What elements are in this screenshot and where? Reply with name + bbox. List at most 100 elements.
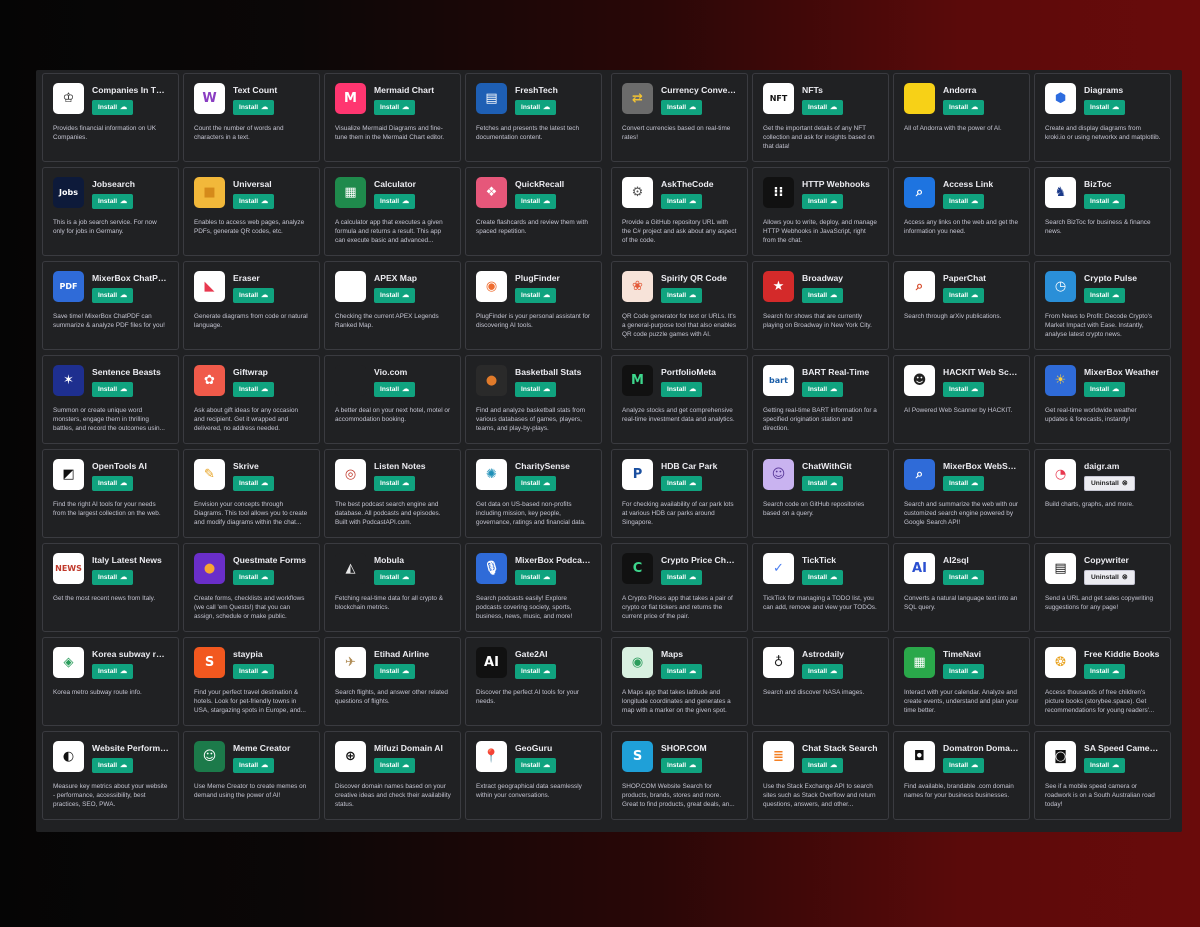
install-button[interactable]: Install ☁ xyxy=(233,664,275,679)
diagrams-icon: ⬢ xyxy=(1045,83,1076,114)
plugin-description: Find the right AI tools for your needs f… xyxy=(53,501,161,517)
install-button[interactable]: Install ☁ xyxy=(515,476,557,491)
install-button[interactable]: Install ☁ xyxy=(374,664,416,679)
plugin-description: Search for shows that are currently play… xyxy=(763,313,872,329)
install-button[interactable]: Install ☁ xyxy=(943,570,985,585)
cloud-download-icon: ☁ xyxy=(402,104,410,111)
install-button[interactable]: Install ☁ xyxy=(943,476,985,491)
install-button[interactable]: Install ☁ xyxy=(943,288,985,303)
install-button[interactable]: Install ☁ xyxy=(1084,194,1126,209)
install-button[interactable]: Install ☁ xyxy=(943,382,985,397)
install-button[interactable]: Install ☁ xyxy=(233,194,275,209)
install-button[interactable]: Install ☁ xyxy=(515,758,557,773)
plugin-name: PortfolioMeta xyxy=(661,367,716,377)
install-button[interactable]: Install ☁ xyxy=(515,382,557,397)
install-button[interactable]: Install ☁ xyxy=(515,570,557,585)
cloud-download-icon: ☁ xyxy=(120,762,128,769)
install-button[interactable]: Install ☁ xyxy=(233,758,275,773)
install-button[interactable]: Install ☁ xyxy=(92,758,134,773)
plugin-description: Access any links on the web and get the … xyxy=(904,219,1019,235)
plugin-card: ◉ Maps Install ☁ A Maps app that takes l… xyxy=(611,637,748,726)
staypia-icon: S xyxy=(194,647,225,678)
cloud-download-icon: ☁ xyxy=(971,574,979,581)
install-button[interactable]: Install ☁ xyxy=(92,476,134,491)
install-button[interactable]: Install ☁ xyxy=(233,382,275,397)
install-button[interactable]: Install ☁ xyxy=(92,100,134,115)
install-button[interactable]: Install ☁ xyxy=(374,100,416,115)
install-button[interactable]: Install ☁ xyxy=(802,476,844,491)
cloud-download-icon: ☁ xyxy=(261,104,269,111)
install-button[interactable]: Install ☁ xyxy=(233,288,275,303)
install-button[interactable]: Install ☁ xyxy=(1084,288,1126,303)
install-button[interactable]: Install ☁ xyxy=(802,758,844,773)
install-button[interactable]: Install ☁ xyxy=(515,100,557,115)
install-button[interactable]: Install ☁ xyxy=(374,288,416,303)
plugin-name: Website Performa... xyxy=(92,743,169,753)
install-button[interactable]: Install ☁ xyxy=(943,194,985,209)
install-button[interactable]: Install ☁ xyxy=(661,194,703,209)
calculator-icon: ▦ xyxy=(335,177,366,208)
install-button[interactable]: Install ☁ xyxy=(233,100,275,115)
gate2ai-icon: AI xyxy=(476,647,507,678)
install-button[interactable]: Install ☁ xyxy=(661,570,703,585)
install-button[interactable]: Install ☁ xyxy=(515,194,557,209)
install-button[interactable]: Install ☁ xyxy=(943,100,985,115)
cloud-download-icon: ☁ xyxy=(402,668,410,675)
cloud-download-icon: ☁ xyxy=(1112,198,1120,205)
cloud-download-icon: ☁ xyxy=(120,198,128,205)
uninstall-button[interactable]: Uninstall ⊗ xyxy=(1084,476,1135,491)
install-button[interactable]: Install ☁ xyxy=(1084,382,1126,397)
install-button[interactable]: Install ☁ xyxy=(374,476,416,491)
install-button[interactable]: Install ☁ xyxy=(233,476,275,491)
install-button[interactable]: Install ☁ xyxy=(661,382,703,397)
install-button[interactable]: Install ☁ xyxy=(943,758,985,773)
install-button[interactable]: Install ☁ xyxy=(802,100,844,115)
install-button[interactable]: Install ☁ xyxy=(661,476,703,491)
plugin-name: AskTheCode xyxy=(661,179,714,189)
install-button[interactable]: Install ☁ xyxy=(661,758,703,773)
install-button[interactable]: Install ☁ xyxy=(802,288,844,303)
install-button[interactable]: Install ☁ xyxy=(802,194,844,209)
beasts-icon: ✶ xyxy=(53,365,84,396)
plugin-name: Astrodaily xyxy=(802,649,845,659)
plugin-card: W Text Count Install ☁ Count the number … xyxy=(183,73,320,162)
install-button[interactable]: Install ☁ xyxy=(661,288,703,303)
plugin-name: Sentence Beasts xyxy=(92,367,161,377)
install-button[interactable]: Install ☁ xyxy=(943,664,985,679)
install-button[interactable]: Install ☁ xyxy=(1084,100,1126,115)
install-button[interactable]: Install ☁ xyxy=(802,382,844,397)
install-button[interactable]: Install ☁ xyxy=(1084,758,1126,773)
install-button[interactable]: Install ☁ xyxy=(374,194,416,209)
install-button[interactable]: Install ☁ xyxy=(515,288,557,303)
plugin-description: Korea metro subway route info. xyxy=(53,689,142,696)
install-button[interactable]: Install ☁ xyxy=(661,100,703,115)
install-button[interactable]: Install ☁ xyxy=(374,570,416,585)
cloud-download-icon: ☁ xyxy=(120,574,128,581)
plugin-name: MixerBox WebSear... xyxy=(943,461,1020,471)
plugin-name: Giftwrap xyxy=(233,367,268,377)
ai2sql-icon: AI xyxy=(904,553,935,584)
install-button[interactable]: Install ☁ xyxy=(92,382,134,397)
plugin-name: Questmate Forms xyxy=(233,555,307,565)
install-button[interactable]: Install ☁ xyxy=(802,664,844,679)
plugin-card: ⌕ Access Link Install ☁ Access any links… xyxy=(893,167,1030,256)
plugin-card: ❖ QuickRecall Install ☁ Create flashcard… xyxy=(465,167,602,256)
cloud-download-icon: ☁ xyxy=(689,762,697,769)
install-button[interactable]: Install ☁ xyxy=(374,758,416,773)
uninstall-button[interactable]: Uninstall ⊗ xyxy=(1084,570,1135,585)
install-button[interactable]: Install ☁ xyxy=(233,570,275,585)
install-button[interactable]: Install ☁ xyxy=(661,664,703,679)
install-button[interactable]: Install ☁ xyxy=(1084,664,1126,679)
cloud-download-icon: ☁ xyxy=(830,574,838,581)
plugin-name: Calculator xyxy=(374,179,417,189)
plugin-description: The best podcast search engine and datab… xyxy=(335,501,441,526)
install-button[interactable]: Install ☁ xyxy=(374,382,416,397)
install-button[interactable]: Install ☁ xyxy=(802,570,844,585)
install-button[interactable]: Install ☁ xyxy=(92,288,134,303)
install-button[interactable]: Install ☁ xyxy=(92,664,134,679)
install-button[interactable]: Install ☁ xyxy=(92,570,134,585)
install-button[interactable]: Install ☁ xyxy=(515,664,557,679)
gift-icon: ✿ xyxy=(194,365,225,396)
w-circle-icon: W xyxy=(194,83,225,114)
install-button[interactable]: Install ☁ xyxy=(92,194,134,209)
